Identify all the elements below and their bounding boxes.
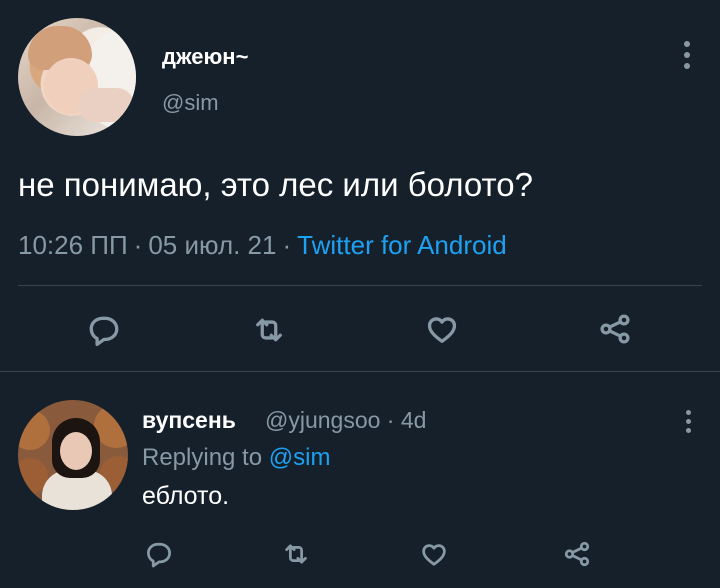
- replying-mention-link[interactable]: @sim: [269, 444, 331, 471]
- author-avatar[interactable]: [18, 18, 136, 136]
- replying-label: Replying to: [142, 444, 263, 471]
- meta-separator: ·: [282, 230, 292, 260]
- author-display-name[interactable]: джеюн~: [162, 44, 248, 70]
- tweet-source-link[interactable]: Twitter for Android: [297, 230, 507, 260]
- more-vertical-icon[interactable]: [678, 38, 696, 72]
- divider: [18, 285, 702, 286]
- share-icon[interactable]: [557, 535, 597, 573]
- share-icon[interactable]: [594, 308, 636, 350]
- more-vertical-icon[interactable]: [681, 408, 697, 436]
- reply-author-avatar[interactable]: [18, 400, 128, 510]
- like-icon[interactable]: [421, 308, 463, 350]
- reply-icon[interactable]: [139, 535, 179, 573]
- main-tweet: джеюн~ @sim не понимаю, это лес или боло…: [0, 0, 720, 372]
- tweet-divider: [0, 371, 720, 372]
- author-handle[interactable]: @sim: [162, 90, 219, 116]
- replying-to: Replying to @sim: [142, 444, 330, 472]
- reply-author-handle[interactable]: @yjungsoo · 4d: [265, 407, 426, 434]
- retweet-icon[interactable]: [249, 310, 289, 350]
- retweet-icon[interactable]: [276, 535, 316, 573]
- like-icon[interactable]: [414, 535, 454, 573]
- reply-author-display-name[interactable]: вупсень: [142, 407, 236, 434]
- tweet-date[interactable]: 05 июл. 21: [148, 230, 276, 260]
- tweet-time: 10:26 ПП: [18, 230, 128, 260]
- reply-icon[interactable]: [84, 310, 124, 350]
- meta-separator: ·: [133, 230, 143, 260]
- tweet-metadata: 10:26 ПП · 05 июл. 21 · Twitter for Android: [18, 230, 507, 261]
- reply-text: еблото.: [142, 482, 230, 510]
- tweet-text: не понимаю, это лес или болото?: [18, 166, 533, 203]
